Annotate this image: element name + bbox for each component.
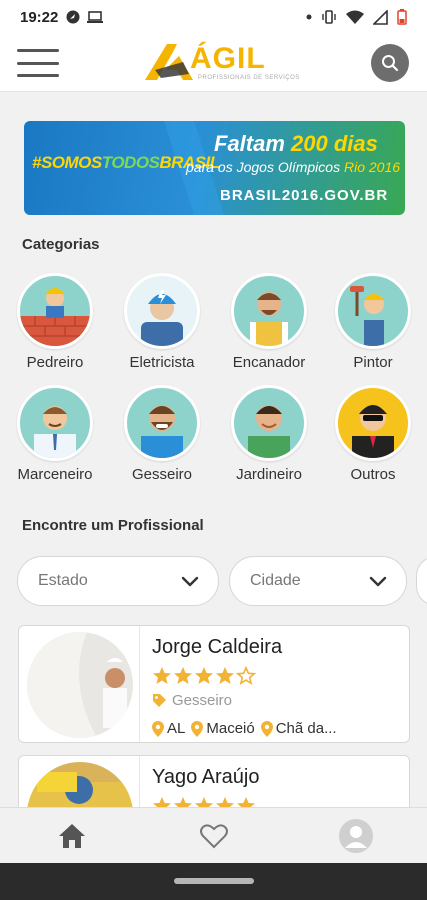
state-dropdown[interactable]: Estado	[17, 556, 219, 606]
star-filled-icon	[237, 797, 255, 807]
category-label: Jardineiro	[236, 466, 302, 483]
location-pin-icon	[191, 720, 204, 737]
electrician-avatar-icon	[124, 273, 200, 349]
app-header: ÁGIL PROFISSIONAIS DE SERVIÇOS	[0, 34, 427, 92]
rating-stars	[152, 666, 256, 686]
category-label: Pedreiro	[26, 354, 84, 371]
professional-photo	[27, 632, 133, 738]
star-filled-icon	[174, 667, 192, 684]
chevron-down-icon	[369, 576, 387, 587]
star-filled-icon	[195, 667, 213, 684]
battery-low-icon	[397, 9, 407, 25]
location-pin-icon	[152, 720, 164, 737]
profile-icon	[339, 819, 373, 853]
professional-card[interactable]: Yago Araújo	[18, 755, 410, 807]
tag-icon	[153, 694, 166, 707]
category-marceneiro[interactable]: Marceneiro	[2, 385, 108, 483]
star-outline-icon	[236, 666, 256, 686]
hamburger-icon	[17, 49, 59, 52]
professional-card[interactable]: Jorge Caldeira Gesseiro AL Maceió Chã da…	[18, 625, 410, 743]
home-gesture-bar[interactable]	[174, 878, 254, 884]
star-filled-icon	[153, 667, 171, 684]
bottom-navigation	[0, 807, 427, 863]
category-eletricista[interactable]: Eletricista	[109, 273, 215, 371]
nav-profile[interactable]	[338, 818, 374, 854]
category-jardineiro[interactable]: Jardineiro	[216, 385, 322, 483]
wifi-icon	[346, 10, 364, 24]
categories-title: Categorias	[22, 236, 100, 253]
dot-icon	[306, 14, 312, 20]
star-filled-icon	[216, 797, 234, 807]
category-label: Gesseiro	[131, 466, 193, 483]
category-label: Eletricista	[129, 354, 195, 371]
professional-name: Yago Araújo	[152, 766, 260, 788]
plumber-avatar-icon	[231, 273, 307, 349]
star-filled-icon	[216, 667, 234, 684]
category-pedreiro[interactable]: Pedreiro	[2, 273, 108, 371]
professional-name: Jorge Caldeira	[152, 636, 283, 658]
search-icon	[382, 55, 399, 72]
status-bar: 19:22	[0, 0, 427, 34]
category-outros[interactable]: Outros	[320, 385, 426, 483]
home-icon	[59, 824, 85, 848]
logo: ÁGIL PROFISSIONAIS DE SERVIÇOS	[143, 40, 299, 86]
star-filled-icon	[153, 797, 171, 807]
city-dropdown[interactable]: Cidade	[229, 556, 407, 606]
navigation-dot-icon	[66, 10, 80, 24]
find-professional-title: Encontre um Profissional	[22, 517, 204, 534]
star-filled-icon	[174, 797, 192, 807]
city-dropdown-value: Cidade	[250, 572, 301, 589]
banner-subline: para os Jogos Olímpicos Rio 2016	[186, 159, 401, 175]
star-filled-icon	[195, 797, 213, 807]
location-pin-icon	[260, 720, 273, 737]
main-content[interactable]: #SOMOSTODOSBRASIL Faltam 200 dias para o…	[0, 93, 427, 807]
promo-banner[interactable]: #SOMOSTODOSBRASIL Faltam 200 dias para o…	[24, 121, 405, 215]
logo-text: ÁGIL	[190, 42, 266, 75]
category-label: Encanador	[232, 354, 306, 371]
category-pintor[interactable]: Pintor	[320, 273, 426, 371]
logo-tagline: PROFISSIONAIS DE SERVIÇOS	[198, 75, 300, 81]
extra-filter-dropdown[interactable]	[416, 556, 427, 606]
nav-favorites[interactable]	[196, 818, 232, 854]
nav-home[interactable]	[54, 818, 90, 854]
logo-mark-icon	[145, 44, 193, 80]
category-gesseiro[interactable]: Gesseiro	[109, 385, 215, 483]
vibrate-icon	[322, 10, 336, 24]
laptop-icon	[87, 11, 104, 23]
search-button[interactable]	[371, 44, 409, 82]
category-label: Pintor	[353, 354, 393, 371]
hamburger-menu-button[interactable]	[17, 49, 59, 77]
professional-photo	[27, 762, 133, 807]
category-encanador[interactable]: Encanador	[216, 273, 322, 371]
heart-icon	[200, 824, 228, 849]
banner-url: BRASIL2016.GOV.BR	[220, 187, 389, 204]
bricklayer-avatar-icon	[17, 273, 93, 349]
category-label: Marceneiro	[17, 466, 93, 483]
state-dropdown-value: Estado	[38, 572, 88, 589]
chevron-down-icon	[181, 576, 199, 587]
status-time: 19:22	[20, 8, 59, 26]
plasterer-avatar-icon	[124, 385, 200, 461]
carpenter-avatar-icon	[17, 385, 93, 461]
category-label: Outros	[350, 466, 396, 483]
other-avatar-icon	[335, 385, 411, 461]
professional-category: Gesseiro	[152, 692, 232, 709]
rating-stars	[152, 796, 256, 807]
banner-headline: Faltam 200 dias	[214, 131, 378, 156]
gardener-avatar-icon	[231, 385, 307, 461]
signal-icon	[373, 9, 388, 25]
system-navigation-bar	[0, 863, 427, 900]
professional-location: AL Maceió Chã da...	[152, 720, 337, 737]
painter-avatar-icon	[335, 273, 411, 349]
